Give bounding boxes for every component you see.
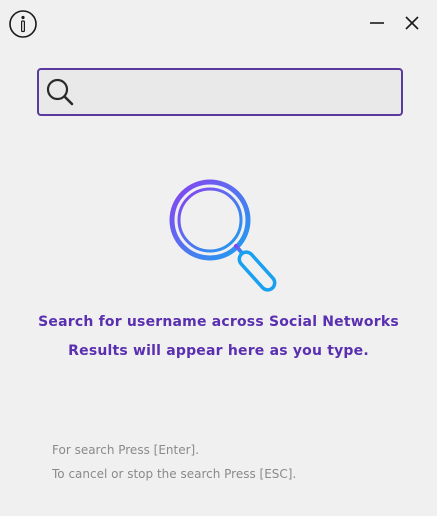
empty-state-subtitle: Results will appear here as you type.: [68, 343, 369, 359]
search-input[interactable]: [83, 70, 397, 116]
minimize-button[interactable]: [368, 14, 386, 32]
close-icon: [405, 16, 419, 30]
info-button[interactable]: [8, 9, 38, 39]
minimize-icon: [370, 22, 384, 24]
info-circle-icon: [9, 10, 37, 38]
search-icon: [46, 78, 74, 106]
hint-search: For search Press [Enter].: [52, 443, 200, 457]
hint-cancel: To cancel or stop the search Press [ESC]…: [52, 467, 297, 481]
magnifier-gradient-icon: [169, 179, 277, 292]
search-box[interactable]: [37, 68, 403, 116]
close-button[interactable]: [403, 14, 421, 32]
empty-state-title: Search for username across Social Networ…: [38, 314, 399, 330]
